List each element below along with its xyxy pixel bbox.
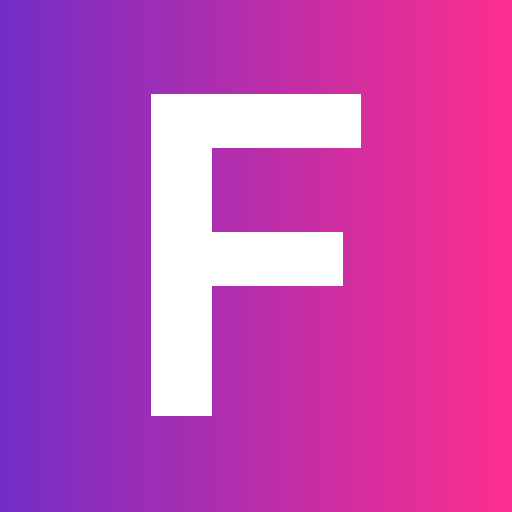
app-icon-tile	[0, 0, 512, 512]
app-icon-graphic	[0, 0, 512, 512]
